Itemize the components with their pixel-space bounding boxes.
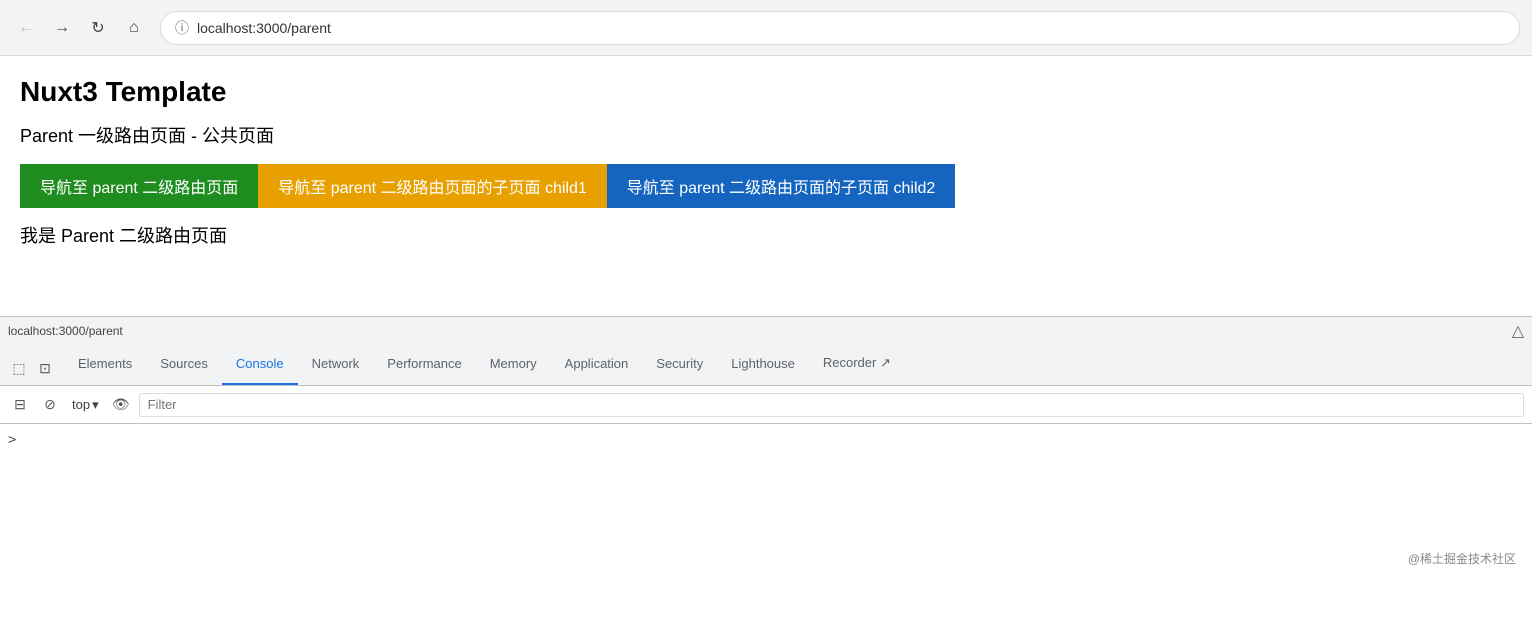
devtools-icon-group: ⬚ ⊡ <box>8 357 56 385</box>
devtools-status-url: localhost:3000/parent <box>8 324 123 338</box>
tab-recorder[interactable]: Recorder ↗ <box>809 343 905 385</box>
devtools-tabs: ⬚ ⊡ Elements Sources Console Network Per… <box>0 344 1532 386</box>
forward-button[interactable]: → <box>48 14 76 42</box>
devtools-statusbar: localhost:3000/parent △ <box>0 316 1532 344</box>
console-caret[interactable]: > <box>8 428 1524 452</box>
chevron-down-icon: ▾ <box>92 397 99 413</box>
clear-console-btn[interactable]: ⊘ <box>38 393 62 417</box>
nav-child2-btn[interactable]: 导航至 parent 二级路由页面的子页面 child2 <box>607 164 956 208</box>
page-title: Nuxt3 Template <box>20 76 1512 108</box>
security-info-icon: ⓘ <box>175 18 189 38</box>
tab-network[interactable]: Network <box>298 343 374 385</box>
filter-input[interactable] <box>139 393 1524 417</box>
tab-lighthouse[interactable]: Lighthouse <box>717 343 809 385</box>
browser-chrome: ← → ↻ ⌂ ⓘ localhost:3000/parent <box>0 0 1532 56</box>
tab-memory[interactable]: Memory <box>476 343 551 385</box>
address-bar[interactable]: ⓘ localhost:3000/parent <box>160 11 1520 45</box>
devtools-status-icon: △ <box>1512 321 1524 341</box>
device-toggle-btn[interactable]: ⊡ <box>34 357 56 379</box>
top-context-selector[interactable]: top ▾ <box>68 395 103 415</box>
console-toolbar: ⊟ ⊘ top ▾ 👁 <box>0 386 1532 424</box>
page-content: Nuxt3 Template Parent 一级路由页面 - 公共页面 导航至 … <box>0 56 1532 316</box>
tab-security[interactable]: Security <box>642 343 717 385</box>
tab-console[interactable]: Console <box>222 343 298 385</box>
console-content: > <box>0 424 1532 544</box>
eye-filter-btn[interactable]: 👁 <box>109 393 133 417</box>
nav-child1-btn[interactable]: 导航至 parent 二级路由页面的子页面 child1 <box>258 164 607 208</box>
tab-sources[interactable]: Sources <box>146 343 222 385</box>
page-info: 我是 Parent 二级路由页面 <box>20 222 1512 248</box>
tab-application[interactable]: Application <box>551 343 643 385</box>
page-subtitle: Parent 一级路由页面 - 公共页面 <box>20 122 1512 148</box>
watermark: @稀土掘金技术社区 <box>0 544 1532 573</box>
home-button[interactable]: ⌂ <box>120 14 148 42</box>
sidebar-toggle-btn[interactable]: ⊟ <box>8 393 32 417</box>
tab-elements[interactable]: Elements <box>64 343 146 385</box>
nav-buttons-row: 导航至 parent 二级路由页面 导航至 parent 二级路由页面的子页面 … <box>20 164 1512 208</box>
url-text: localhost:3000/parent <box>197 20 331 36</box>
nav-buttons: ← → ↻ ⌂ <box>12 14 148 42</box>
nav-parent-btn[interactable]: 导航至 parent 二级路由页面 <box>20 164 258 208</box>
reload-button[interactable]: ↻ <box>84 14 112 42</box>
inspect-element-btn[interactable]: ⬚ <box>8 357 30 379</box>
back-button[interactable]: ← <box>12 14 40 42</box>
top-label: top <box>72 397 90 412</box>
tab-performance[interactable]: Performance <box>373 343 475 385</box>
